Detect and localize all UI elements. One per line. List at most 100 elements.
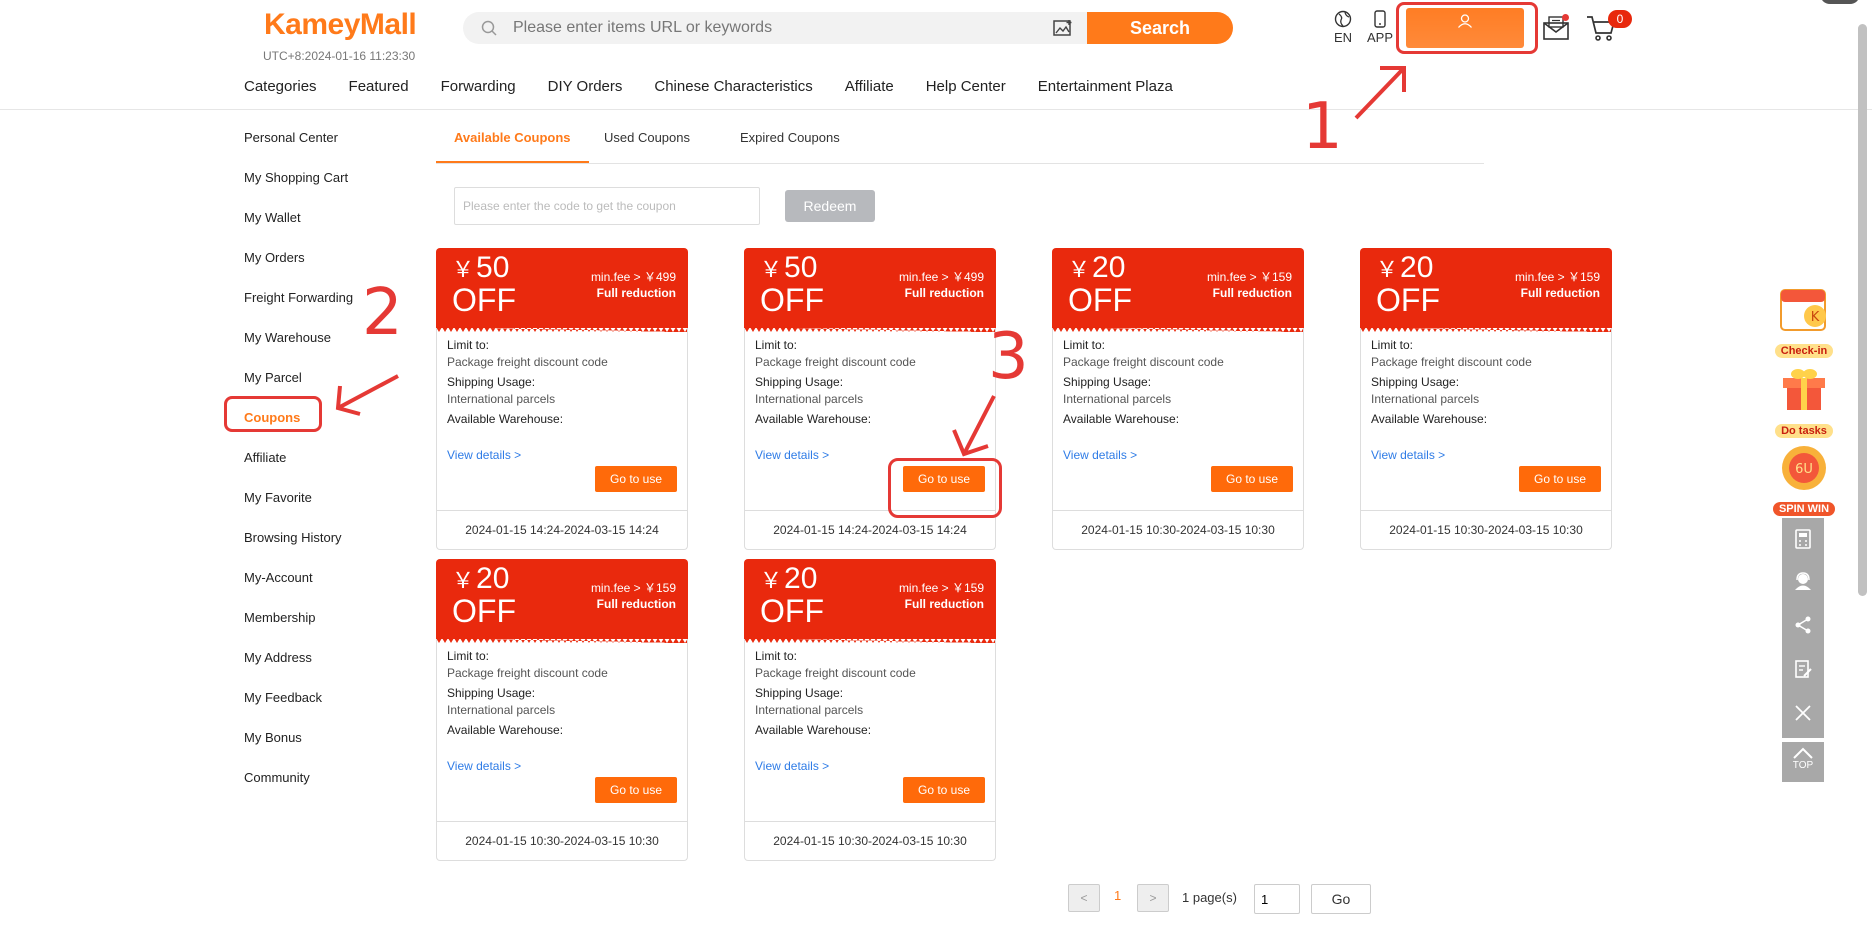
- coupon-view-details-link[interactable]: View details >: [1063, 448, 1137, 462]
- coupon-off-label: OFF: [1068, 282, 1132, 318]
- pagination-prev-button[interactable]: <: [1068, 884, 1100, 912]
- calculator-button[interactable]: [1782, 518, 1824, 560]
- coupon-code-input[interactable]: [454, 187, 760, 225]
- coupon-card: ￥20 OFF min.fee > ￥159 Full reduction Li…: [1052, 248, 1304, 550]
- coupon-shipping-label: Shipping Usage:: [755, 375, 844, 389]
- nav-chinese-characteristics[interactable]: Chinese Characteristics: [654, 78, 812, 100]
- coupon-view-details-link[interactable]: View details >: [755, 448, 829, 462]
- calendar-checkin-icon: K: [1780, 289, 1826, 331]
- coupon-view-details-link[interactable]: View details >: [1371, 448, 1445, 462]
- spin-win-widget[interactable]: 6U SPIN WIN: [1766, 440, 1842, 517]
- redeem-button[interactable]: Redeem: [785, 190, 875, 222]
- do-tasks-widget[interactable]: Do tasks: [1766, 362, 1842, 439]
- close-toolbar-button[interactable]: [1782, 692, 1824, 734]
- nav-categories[interactable]: Categories: [244, 78, 317, 100]
- coupon-limit-label: Limit to:: [1063, 338, 1106, 352]
- spin-win-label: SPIN WIN: [1772, 502, 1836, 516]
- sidebar-item-wallet[interactable]: My Wallet: [244, 206, 404, 246]
- nav-featured[interactable]: Featured: [349, 78, 409, 100]
- pagination-page-input[interactable]: [1254, 884, 1300, 914]
- feedback-button[interactable]: [1782, 648, 1824, 690]
- tab-available-coupons[interactable]: Available Coupons: [436, 128, 589, 163]
- coupon-shipping-value: International parcels: [755, 392, 864, 406]
- coupon-type: Full reduction: [596, 286, 676, 300]
- sidebar-item-account[interactable]: My-Account: [244, 566, 404, 606]
- tab-expired-coupons[interactable]: Expired Coupons: [722, 128, 858, 163]
- coupon-limit-value: Package freight discount code: [447, 355, 608, 369]
- coupon-limit-value: Package freight discount code: [755, 355, 916, 369]
- coupon-min-fee: min.fee > ￥159: [1206, 270, 1292, 284]
- coupon-view-details-link[interactable]: View details >: [755, 759, 829, 773]
- coupon-validity-dates: 2024-01-15 10:30-2024-03-15 10:30: [745, 821, 995, 861]
- coupon-shipping-label: Shipping Usage:: [755, 686, 844, 700]
- share-button[interactable]: [1782, 604, 1824, 646]
- tab-used-coupons[interactable]: Used Coupons: [586, 128, 708, 163]
- sidebar-item-feedback[interactable]: My Feedback: [244, 686, 404, 726]
- nav-forwarding[interactable]: Forwarding: [441, 78, 516, 100]
- coupon-min-fee: min.fee > ￥159: [590, 581, 676, 595]
- do-tasks-label: Do tasks: [1775, 424, 1833, 438]
- sidebar-item-browsing-history[interactable]: Browsing History: [244, 526, 404, 566]
- coupon-limit-value: Package freight discount code: [1371, 355, 1532, 369]
- coupon-shipping-value: International parcels: [447, 392, 556, 406]
- sidebar-item-personal-center[interactable]: Personal Center: [244, 126, 404, 166]
- page-scrollbar[interactable]: [1858, 24, 1867, 596]
- nav-entertainment-plaza[interactable]: Entertainment Plaza: [1038, 78, 1173, 100]
- sidebar-item-favorite[interactable]: My Favorite: [244, 486, 404, 526]
- coupon-shipping-label: Shipping Usage:: [447, 375, 536, 389]
- coupon-shipping-value: International parcels: [755, 703, 864, 717]
- coupon-amount: ￥50: [760, 252, 817, 286]
- go-to-use-button[interactable]: Go to use: [903, 777, 985, 803]
- sidebar-item-membership[interactable]: Membership: [244, 606, 404, 646]
- annotation-arrow-2: [335, 374, 399, 416]
- coupon-limit-value: Package freight discount code: [447, 666, 608, 680]
- sidebar-item-address[interactable]: My Address: [244, 646, 404, 686]
- pagination-next-button[interactable]: >: [1137, 884, 1169, 912]
- coupon-header: ￥20 OFF min.fee > ￥159 Full reduction: [1052, 248, 1304, 332]
- coupon-header: ￥20 OFF min.fee > ￥159 Full reduction: [744, 559, 996, 643]
- svg-text:6U: 6U: [1795, 462, 1813, 477]
- coupon-validity-dates: 2024-01-15 10:30-2024-03-15 10:30: [1053, 510, 1303, 550]
- edit-note-icon: [1795, 660, 1812, 678]
- coupon-view-details-link[interactable]: View details >: [447, 759, 521, 773]
- checkin-label: Check-in: [1774, 344, 1834, 358]
- coupon-validity-dates: 2024-01-15 10:30-2024-03-15 10:30: [437, 821, 687, 861]
- coupon-body: Limit to: Package freight discount code …: [1052, 328, 1304, 550]
- coupon-limit-label: Limit to:: [755, 649, 798, 663]
- nav-diy-orders[interactable]: DIY Orders: [548, 78, 623, 100]
- checkin-widget[interactable]: K Check-in: [1766, 282, 1842, 359]
- coupon-warehouse-label: Available Warehouse:: [755, 412, 872, 426]
- sidebar-item-affiliate[interactable]: Affiliate: [244, 446, 404, 486]
- site-logo[interactable]: KameyMall: [264, 8, 417, 42]
- image-search-icon[interactable]: [1053, 19, 1073, 37]
- search-input[interactable]: [513, 12, 1013, 44]
- go-to-use-button[interactable]: Go to use: [1519, 466, 1601, 492]
- sidebar-item-community[interactable]: Community: [244, 766, 404, 806]
- pagination-go-button[interactable]: Go: [1311, 884, 1371, 914]
- app-download[interactable]: APP: [1366, 10, 1394, 45]
- back-to-top-button[interactable]: TOP: [1782, 742, 1824, 782]
- coupon-view-details-link[interactable]: View details >: [447, 448, 521, 462]
- nav-help-center[interactable]: Help Center: [926, 78, 1006, 100]
- go-to-use-button[interactable]: Go to use: [1211, 466, 1293, 492]
- pagination-current-page[interactable]: 1: [1114, 888, 1121, 903]
- coupon-off-label: OFF: [452, 282, 516, 318]
- annotation-number-1: 1: [1302, 90, 1343, 164]
- coupon-shipping-value: International parcels: [1063, 392, 1172, 406]
- phone-icon: [1374, 10, 1386, 28]
- sidebar-item-shopping-cart[interactable]: My Shopping Cart: [244, 166, 404, 206]
- language-selector[interactable]: EN: [1332, 10, 1354, 45]
- coupon-validity-dates: 2024-01-15 10:30-2024-03-15 10:30: [1361, 510, 1611, 550]
- coupon-amount-value: 20: [476, 562, 510, 595]
- go-to-use-button[interactable]: Go to use: [595, 777, 677, 803]
- coupon-warehouse-label: Available Warehouse:: [447, 723, 564, 737]
- nav-affiliate[interactable]: Affiliate: [845, 78, 894, 100]
- customer-service-button[interactable]: [1782, 560, 1824, 602]
- sidebar-item-bonus[interactable]: My Bonus: [244, 726, 404, 766]
- annotation-highlight-coupons: [224, 396, 322, 432]
- coupon-shipping-value: International parcels: [447, 703, 556, 717]
- coupon-min-fee: min.fee > ￥159: [898, 581, 984, 595]
- search-button[interactable]: Search: [1087, 12, 1233, 44]
- go-to-use-button[interactable]: Go to use: [595, 466, 677, 492]
- coupon-limit-value: Package freight discount code: [1063, 355, 1224, 369]
